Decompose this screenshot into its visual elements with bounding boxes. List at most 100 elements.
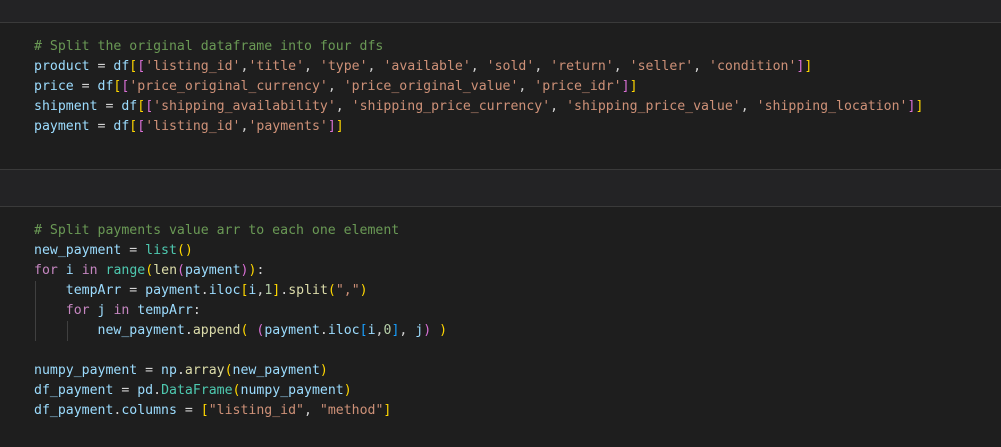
code-token: , [693, 59, 710, 74]
code-token: ( [232, 383, 241, 398]
code-line: price = df[['price_original_currency', '… [34, 77, 923, 97]
code-token: ( [177, 263, 185, 278]
code-token: list [145, 243, 177, 258]
code-cell-1[interactable]: # Split the original dataframe into four… [0, 23, 1001, 169]
code-line: for i in range(len(payment)): [34, 261, 447, 281]
code-line: # Split payments value arr to each one e… [34, 221, 447, 241]
code-token: df_payment [34, 403, 114, 418]
code-line: for j in tempArr: [34, 301, 447, 321]
code-token: , [613, 59, 630, 74]
code-line: tempArr = payment.iloc[i,1].split(",") [34, 281, 447, 301]
code-line: numpy_payment = np.array(new_payment) [34, 361, 447, 381]
code-token: = [89, 59, 114, 74]
code-token: = [97, 99, 122, 114]
code-line: product = df[['listing_id','title', 'typ… [34, 57, 923, 77]
code-token: = [89, 119, 114, 134]
code-token: for [34, 263, 58, 278]
code-token: ( [327, 283, 336, 298]
code-token: array [184, 363, 225, 378]
code-token: : [192, 303, 201, 318]
code-token: , [327, 79, 344, 94]
code-token: ( [176, 243, 185, 258]
code-token: np [161, 363, 177, 378]
code-token: [ [137, 59, 146, 74]
code-editor[interactable]: # Split payments value arr to each one e… [34, 221, 447, 421]
code-token: pd [137, 383, 154, 398]
code-token: , [534, 59, 551, 74]
code-token: = [113, 383, 138, 398]
code-token: = [137, 363, 162, 378]
code-line: new_payment = list() [34, 241, 447, 261]
code-token: in [81, 263, 98, 278]
code-editor[interactable]: # Split the original dataframe into four… [34, 37, 923, 137]
code-token: 'available' [383, 59, 471, 74]
code-token: ) [359, 283, 368, 298]
code-token: 'seller' [629, 59, 694, 74]
code-token: numpy_payment [34, 363, 138, 378]
code-token: new_payment [232, 363, 320, 378]
code-token: i [65, 263, 74, 278]
code-token: DataFrame [161, 383, 233, 398]
code-token: 'sold' [486, 59, 535, 74]
code-token: 'title' [248, 59, 305, 74]
code-token: . [153, 383, 162, 398]
code-token: . [200, 283, 209, 298]
code-token: 'price_original_currency' [129, 79, 328, 94]
code-line: # Split the original dataframe into four… [34, 37, 923, 57]
code-token: . [184, 323, 193, 338]
code-token: = [176, 403, 201, 418]
indent-guide [35, 321, 36, 341]
code-token: ( [145, 263, 154, 278]
code-token: , [518, 79, 535, 94]
code-line: df_payment.columns = ["listing_id", "met… [34, 401, 447, 421]
code-token: . [280, 283, 289, 298]
code-token: 'shipping_price_value' [566, 99, 741, 114]
code-token: ] [915, 99, 924, 114]
code-token: split [288, 283, 328, 298]
code-token: [ [137, 99, 146, 114]
code-token: ) [343, 383, 352, 398]
code-token: ) [240, 263, 249, 278]
code-token: # Split the original dataframe into four… [34, 39, 384, 54]
code-token: "listing_id" [208, 403, 304, 418]
code-token: [ [145, 99, 154, 114]
code-token: = [121, 243, 146, 258]
code-token: columns [121, 403, 177, 418]
code-token: new_payment [97, 323, 185, 338]
code-token: = [73, 79, 98, 94]
code-line: payment = df[['listing_id','payments']] [34, 117, 923, 137]
code-token: , [304, 403, 320, 418]
code-token: len [153, 263, 178, 278]
code-token: df [113, 119, 130, 134]
code-cell-2[interactable]: # Split payments value arr to each one e… [0, 207, 1001, 447]
code-token: payment [145, 283, 201, 298]
code-token: "method" [319, 403, 384, 418]
code-token: df_payment [34, 383, 114, 398]
code-token: ( [224, 363, 233, 378]
code-token: 'price_idr' [534, 79, 622, 94]
code-token: i [367, 323, 376, 338]
code-token: range [105, 263, 146, 278]
code-token: 'type' [319, 59, 368, 74]
code-token: # Split payments value arr to each one e… [34, 223, 400, 238]
code-token: . [176, 363, 185, 378]
code-token: tempArr [65, 283, 122, 298]
code-token: , [740, 99, 757, 114]
code-token: payment [34, 119, 90, 134]
code-token: 'listing_id' [145, 119, 241, 134]
code-token: ) [319, 363, 328, 378]
code-token: ] [327, 119, 336, 134]
indent-guide [35, 301, 36, 321]
code-token: : [256, 263, 265, 278]
code-token: df [113, 59, 130, 74]
code-token: 'shipping_price_currency' [351, 99, 551, 114]
code-token: ) [423, 323, 432, 338]
top-toolbar-strip [0, 0, 1001, 22]
code-token: ] [804, 59, 813, 74]
code-token: "," [335, 283, 360, 298]
